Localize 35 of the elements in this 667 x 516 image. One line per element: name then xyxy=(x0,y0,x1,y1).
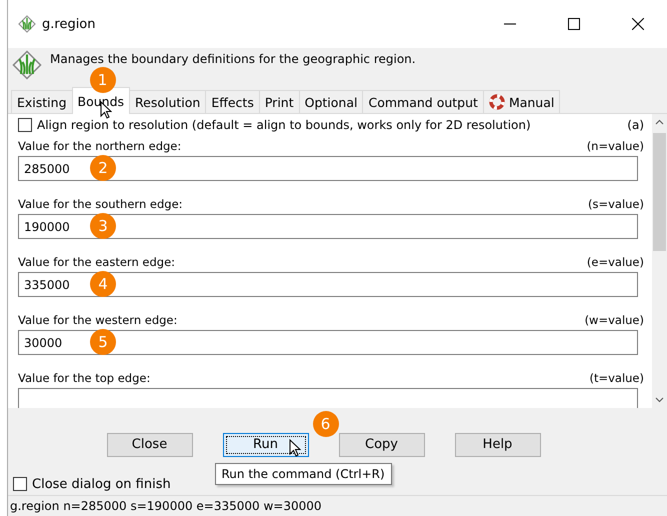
field-label: Value for the western edge: xyxy=(18,313,178,328)
lifebuoy-icon xyxy=(488,94,505,110)
number-badge: 4 xyxy=(90,271,116,298)
dialog-button[interactable]: Run xyxy=(222,432,308,457)
number-badge: 3 xyxy=(90,213,116,240)
status-bar: g.region n=285000 s=190000 e=335000 w=30000 xyxy=(8,495,667,516)
checkbox-label: Close dialog on finish xyxy=(32,476,171,492)
dialog-button[interactable]: Close xyxy=(106,432,192,457)
checkbox[interactable] xyxy=(13,477,27,492)
parameter-label: (t=value) xyxy=(589,371,644,386)
field-label: Value for the eastern edge: xyxy=(18,255,176,270)
number-badge: 2 xyxy=(90,155,116,182)
app-icon xyxy=(18,15,36,33)
scrollbar-thumb[interactable] xyxy=(653,133,666,252)
parameter-label: (w=value) xyxy=(584,313,644,328)
grass-logo-icon xyxy=(12,50,42,80)
field-label: Value for the top edge: xyxy=(18,371,150,386)
checkbox[interactable] xyxy=(18,118,32,132)
window-title: g.region xyxy=(42,16,96,32)
dialog-button[interactable]: Help xyxy=(454,432,540,457)
parameter-label: (e=value) xyxy=(586,255,644,270)
description: Manages the boundary definitions for the geographic region. xyxy=(50,52,416,66)
parameter-label: (s=value) xyxy=(588,197,644,212)
tooltip: Run the command (Ctrl+R) xyxy=(214,462,392,485)
parameter-label: (n=value) xyxy=(586,139,644,154)
tab[interactable]: Existing xyxy=(11,90,73,114)
field-label: Value for the northern edge: xyxy=(18,139,182,154)
number-badge: 6 xyxy=(312,410,338,437)
tab[interactable]: Manual xyxy=(482,90,560,114)
dialog-button[interactable]: Copy xyxy=(338,432,424,457)
field-label: Value for the southern edge: xyxy=(18,197,183,212)
flag-label: (a) xyxy=(627,118,644,132)
checkbox-label: Align region to resolution (default = align to bounds, works only for 2D resolution) xyxy=(37,118,532,132)
number-badge: 5 xyxy=(90,329,116,356)
number-badge: 1 xyxy=(90,67,116,94)
